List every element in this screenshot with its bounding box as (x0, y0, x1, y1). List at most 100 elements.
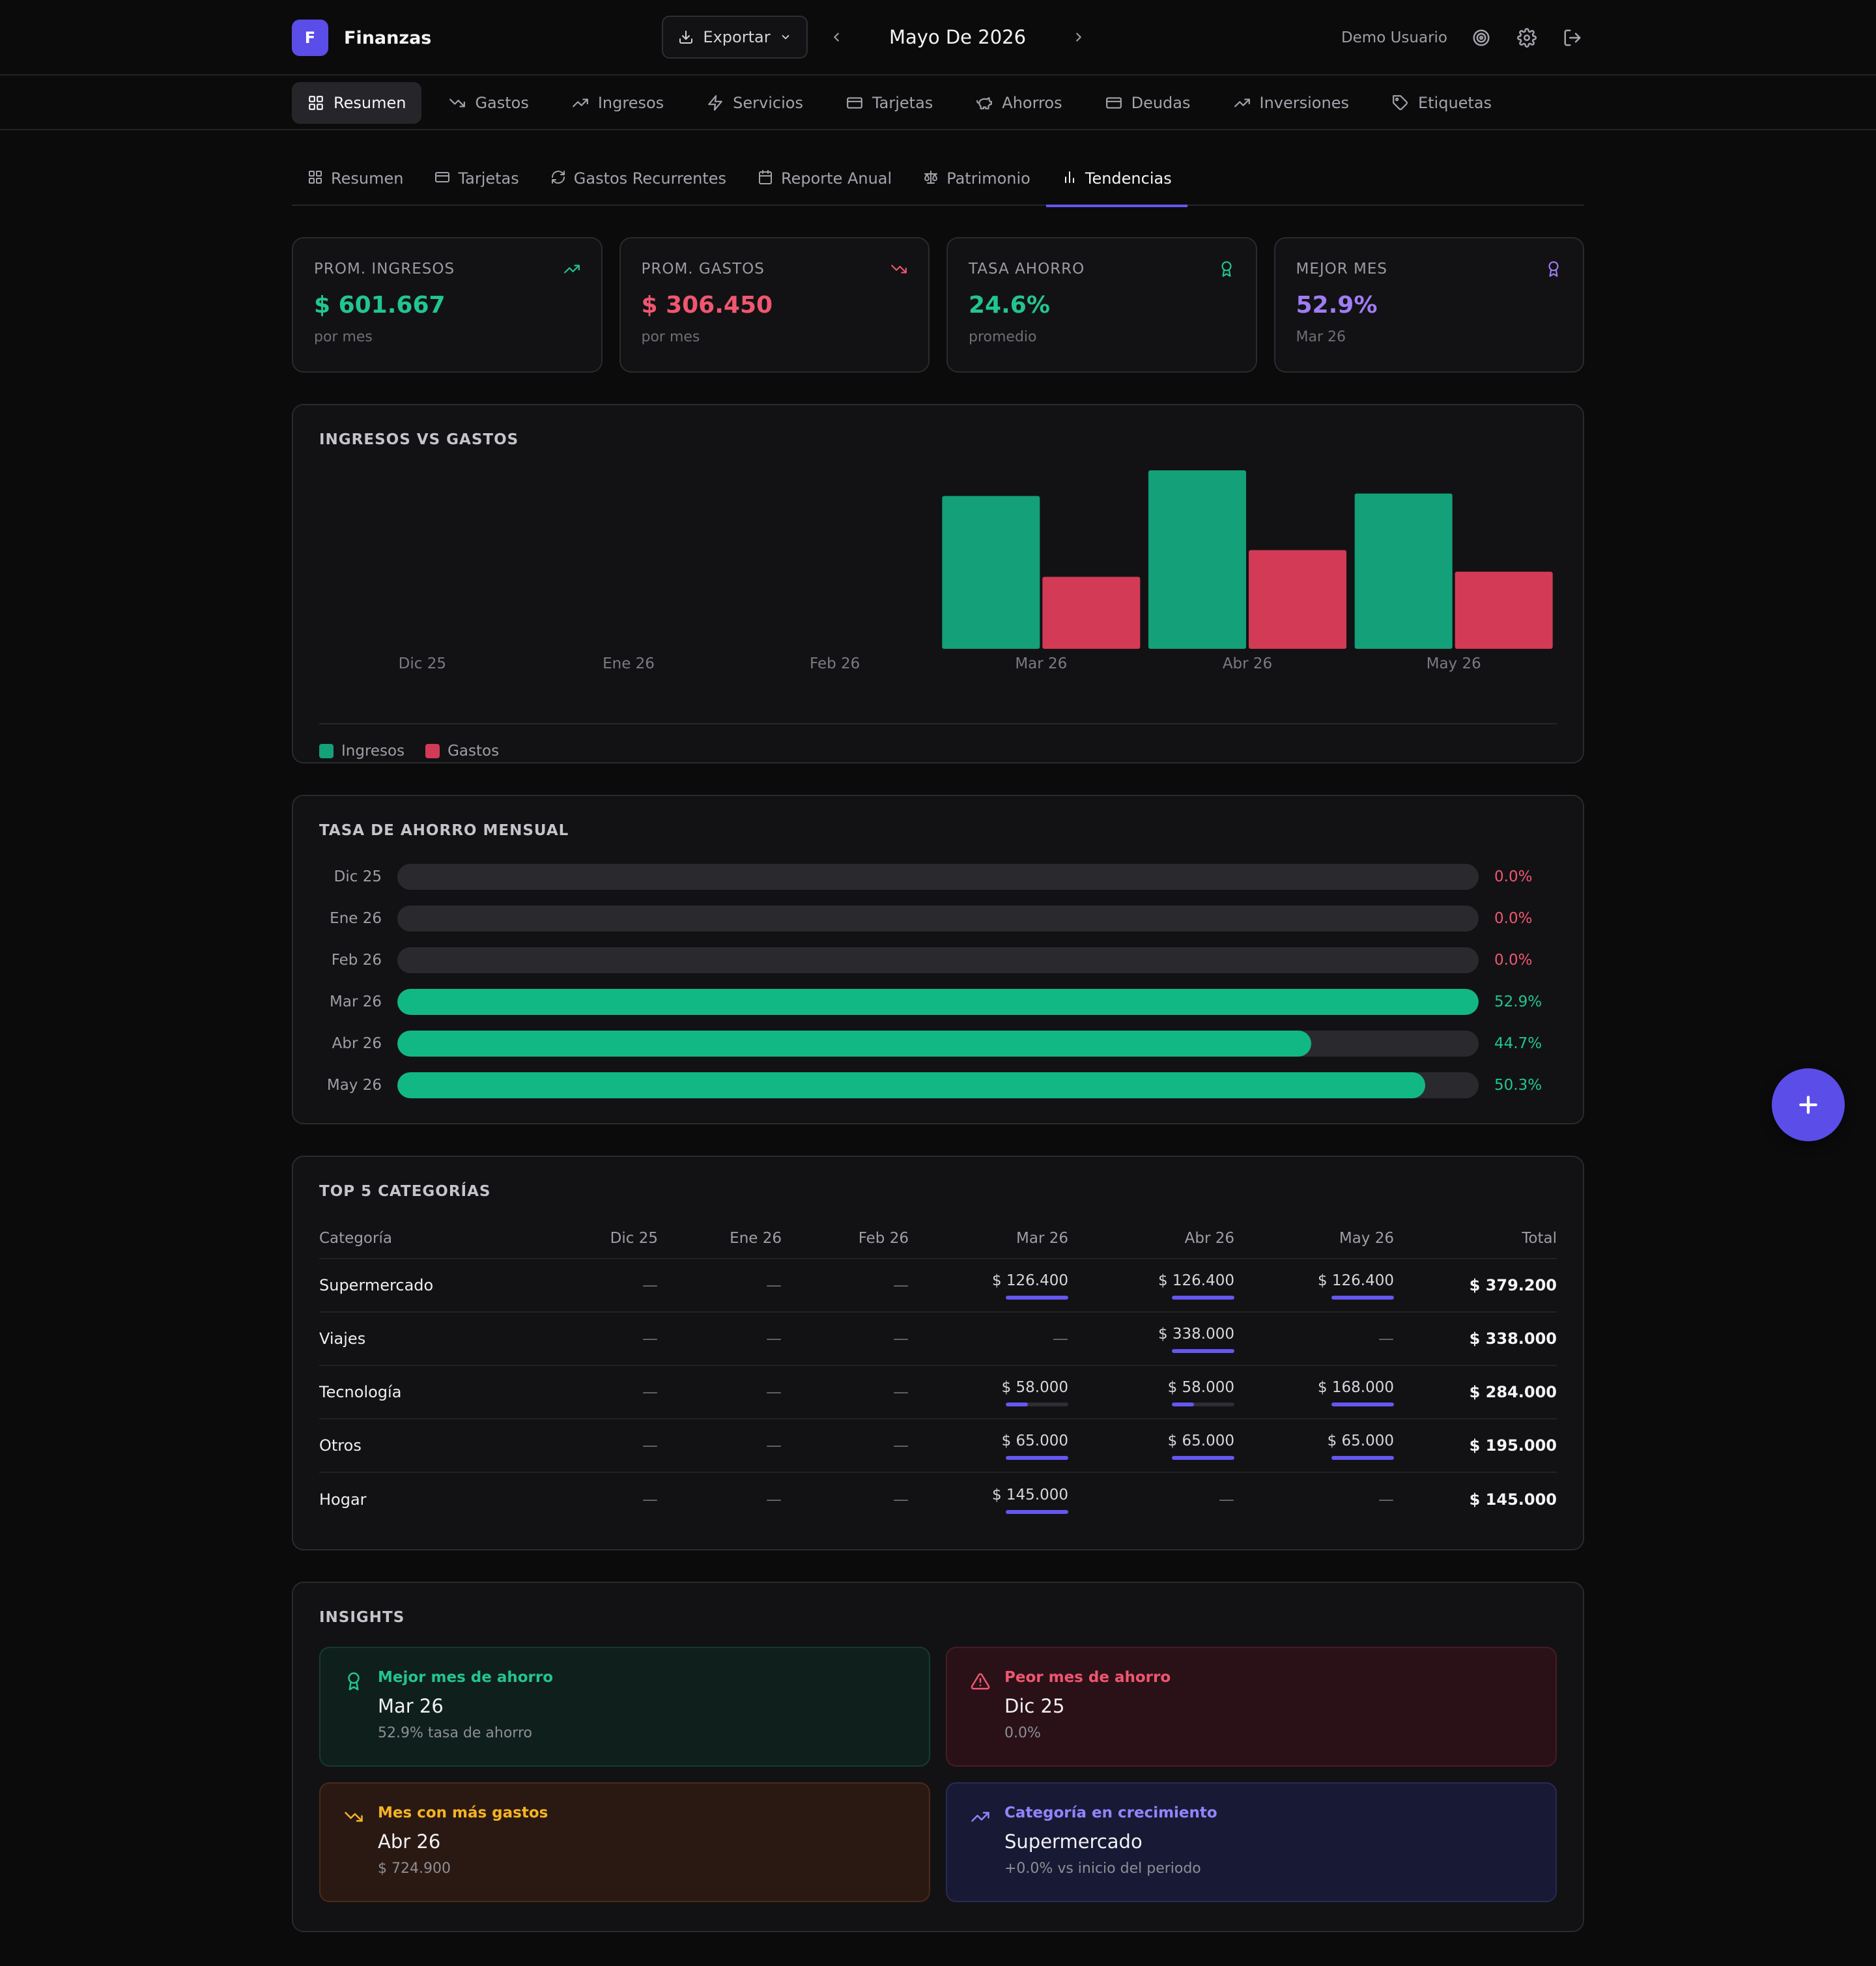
bar-gastos-3[interactable] (1042, 577, 1141, 649)
cell-value: $ 126.400 (1318, 1272, 1394, 1300)
savings-rate-value: 44.7% (1494, 1035, 1542, 1052)
cell-bar-fill (1006, 1456, 1068, 1460)
cell-bar-fill (1172, 1296, 1234, 1300)
cell-amount: $ 65.000 (1167, 1432, 1234, 1449)
logout-button[interactable] (1561, 26, 1584, 50)
insights-grid: Mejor mes de ahorro Mar 26 52.9% tasa de a… (319, 1647, 1557, 1902)
target-icon (1473, 29, 1490, 46)
tab-resumen[interactable]: Resumen (292, 130, 419, 206)
main-nav-item-etiquetas[interactable]: Etiquetas (1376, 82, 1507, 124)
insight-card: Peor mes de ahorro Dic 25 0.0% (946, 1647, 1557, 1767)
table-header-row: Categoría Dic 25 Ene 26 Feb 26 Mar 26 Abr 26 M… (319, 1218, 1557, 1259)
cell-bar-track (1172, 1296, 1234, 1300)
cell-amount: $ 126.400 (1317, 1272, 1394, 1289)
tab-reporte-anual[interactable]: Reporte Anual (742, 130, 907, 206)
row-total: $ 195.000 (1394, 1418, 1557, 1472)
stat-label: PROM. INGRESOS (314, 261, 455, 278)
bar-ingresos-3[interactable] (942, 496, 1040, 649)
tab-tendencias[interactable]: Tendencias (1045, 130, 1187, 207)
cell-bar-fill (1006, 1296, 1068, 1300)
x-tick-label: Abr 26 (1223, 655, 1272, 672)
savings-rate-month: Mar 26 (330, 993, 382, 1010)
insight-sub: 52.9% tasa de ahorro (378, 1725, 532, 1741)
settings-button[interactable] (1515, 26, 1539, 50)
savings-rate-month: May 26 (326, 1077, 382, 1094)
main-nav-label: Resumen (334, 94, 406, 112)
grid-icon (309, 171, 322, 184)
month-navigator: Mayo De 2026 (821, 16, 1094, 59)
stat-card: PROM. GASTOS $ 306.450 por mes (619, 237, 930, 373)
card-icon (1105, 97, 1122, 109)
trending-down-icon (345, 1812, 363, 1822)
bar-ingresos-4[interactable] (1148, 470, 1246, 649)
main-nav-item-inversiones[interactable]: Inversiones (1218, 82, 1365, 124)
main-nav-item-gastos[interactable]: Gastos (433, 82, 544, 124)
table-row: Tecnología — — — $ 58.000 $ 58.000 $ 168.000 $ … (319, 1365, 1557, 1419)
main-nav-item-ingresos[interactable]: Ingresos (556, 82, 679, 124)
brand[interactable]: F Finanzas (292, 20, 431, 56)
insight-card: Mejor mes de ahorro Mar 26 52.9% tasa de a… (319, 1647, 930, 1767)
tab-label: Gastos Recurrentes (573, 169, 727, 188)
insight-sub: +0.0% vs inicio del periodo (1004, 1860, 1201, 1877)
add-transaction-button[interactable] (1772, 1068, 1845, 1141)
month-cell: $ 338.000 (1068, 1311, 1234, 1365)
tab-patrimonio[interactable]: Patrimonio (907, 130, 1046, 206)
alert-triangle-icon (971, 1673, 990, 1690)
stat-icon (563, 261, 580, 280)
main-nav-item-deudas[interactable]: Deudas (1090, 82, 1206, 124)
empty-cell: — (782, 1365, 909, 1419)
theme-button[interactable] (1470, 26, 1493, 50)
previous-month-button[interactable] (821, 21, 852, 53)
main-nav-label: Ingresos (597, 94, 664, 112)
main-nav-item-tarjetas[interactable]: Tarjetas (831, 82, 948, 124)
column-header: Mar 26 (1016, 1229, 1068, 1247)
current-month-label: Mayo De 2026 (888, 26, 1027, 48)
row-total: $ 379.200 (1394, 1258, 1557, 1312)
insight-sub: $ 724.900 (378, 1860, 451, 1877)
tab-tarjetas[interactable]: Tarjetas (419, 130, 534, 206)
savings-rate-month: Ene 26 (330, 910, 382, 927)
cell-amount: $ 65.000 (1327, 1432, 1394, 1449)
bar-gastos-5[interactable] (1455, 571, 1553, 649)
trending-up-icon (971, 1812, 989, 1822)
cell-bar-track (1331, 1456, 1394, 1460)
tab-label: Patrimonio (946, 169, 1030, 188)
month-cell: $ 145.000 (909, 1472, 1068, 1526)
cell-bar-track (1006, 1403, 1068, 1406)
empty-cell: — (658, 1472, 782, 1526)
export-button[interactable]: Exportar (662, 16, 808, 59)
month-cell: $ 65.000 (1068, 1418, 1234, 1472)
next-month-button[interactable] (1063, 21, 1094, 53)
cell-value: $ 65.000 (1168, 1432, 1234, 1460)
insight-main: Dic 25 (1004, 1695, 1065, 1717)
bar-gastos-4[interactable] (1249, 550, 1346, 649)
insights-card: INSIGHTS Mejor mes de ahorro Mar 26 52.9% … (292, 1582, 1584, 1932)
main-nav-item-ahorros[interactable]: Ahorros (960, 82, 1077, 124)
cell-amount: $ 338.000 (1158, 1326, 1234, 1343)
empty-cell: — (554, 1311, 658, 1365)
main-nav-item-servicios[interactable]: Servicios (691, 82, 819, 124)
trending-up-icon (563, 264, 580, 274)
calendar-icon (759, 170, 773, 184)
stat-label: MEJOR MES (1296, 261, 1388, 278)
bar-ingresos-5[interactable] (1354, 493, 1453, 649)
tab-gastos-recurrentes[interactable]: Gastos Recurrentes (535, 130, 742, 206)
row-total: $ 338.000 (1394, 1311, 1557, 1365)
table-row: Supermercado — — — $ 126.400 $ 126.400 $ 126.4… (319, 1258, 1557, 1312)
main-nav-item-resumen[interactable]: Resumen (292, 82, 422, 124)
x-tick-label: Ene 26 (603, 655, 655, 672)
cell-value: $ 65.000 (1328, 1432, 1394, 1460)
month-cell: $ 126.400 (1234, 1258, 1394, 1312)
main-content: Resumen Tarjetas Gastos Recurrentes Reporte… (292, 130, 1584, 1932)
legend-income-label: Ingresos (341, 743, 405, 760)
stats-row: PROM. INGRESOS $ 601.667 por mes PROM. GAST… (292, 237, 1584, 373)
empty-cell: — (1234, 1472, 1394, 1526)
empty-cell: — (658, 1258, 782, 1312)
savings-rate-title: TASA DE AHORRO MENSUAL (319, 822, 569, 839)
savings-rate-fill (397, 1072, 1426, 1098)
insight-icon (344, 1672, 363, 1694)
column-header: Categoría (319, 1229, 392, 1247)
chevron-right-icon (1076, 33, 1081, 42)
top-categories-title: TOP 5 CATEGORÍAS (319, 1183, 491, 1200)
savings-rate-card: TASA DE AHORRO MENSUAL Dic 25 0.0% Ene 26 0… (292, 795, 1584, 1124)
